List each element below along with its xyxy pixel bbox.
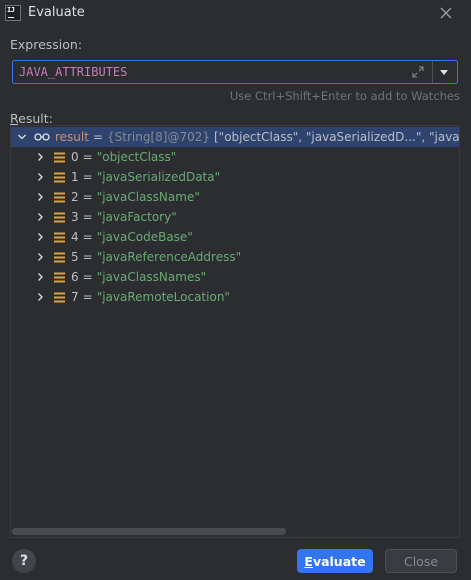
tree-item[interactable]: 6 = "javaClassNames": [11, 267, 459, 287]
item-value: "javaReferenceAddress": [96, 250, 242, 264]
item-value: "objectClass": [96, 150, 177, 164]
tree-item[interactable]: 4 = "javaCodeBase": [11, 227, 459, 247]
item-value: "javaFactory": [96, 210, 177, 224]
result-label: Result:: [10, 111, 53, 126]
chevron-down-icon[interactable]: [439, 67, 449, 77]
tree-item[interactable]: 5 = "javaReferenceAddress": [11, 247, 459, 267]
chevron-right-icon[interactable]: [35, 152, 45, 162]
window-title: Evaluate: [28, 5, 85, 20]
result-tree[interactable]: result = {String[8]@702} ["objectClass",…: [10, 125, 460, 538]
array-element-icon: [54, 272, 65, 282]
title-bar: IJ Evaluate: [0, 0, 471, 26]
chevron-right-icon[interactable]: [35, 232, 45, 242]
item-index: 2: [71, 190, 79, 204]
expand-icon[interactable]: [411, 65, 425, 79]
chevron-right-icon[interactable]: [35, 292, 45, 302]
array-element-icon: [54, 252, 65, 262]
result-type: {String[8]@702}: [107, 130, 210, 144]
horizontal-scrollbar[interactable]: [12, 528, 286, 535]
tree-item[interactable]: 2 = "javaClassName": [11, 187, 459, 207]
chevron-down-icon[interactable]: [17, 132, 27, 142]
array-element-icon: [54, 192, 65, 202]
close-icon[interactable]: [437, 4, 455, 22]
chevron-right-icon[interactable]: [35, 252, 45, 262]
item-index: 1: [71, 170, 79, 184]
tree-root-row[interactable]: result = {String[8]@702} ["objectClass",…: [11, 127, 459, 147]
result-value: ["objectClass", "javaSerializedD...", "j…: [214, 130, 460, 144]
chevron-right-icon[interactable]: [35, 272, 45, 282]
array-element-icon: [54, 172, 65, 182]
intellij-icon: IJ: [5, 5, 21, 21]
item-index: 5: [71, 250, 79, 264]
chevron-right-icon[interactable]: [35, 212, 45, 222]
expression-label: Expression:: [10, 37, 83, 52]
result-name: result: [55, 130, 89, 144]
item-value: "javaCodeBase": [96, 230, 193, 244]
expression-value[interactable]: JAVA_ATTRIBUTES: [19, 65, 127, 79]
tree-item[interactable]: 1 = "javaSerializedData": [11, 167, 459, 187]
help-button[interactable]: ?: [12, 549, 36, 573]
item-index: 0: [71, 150, 79, 164]
add-to-watches-hint: Use Ctrl+Shift+Enter to add to Watches: [229, 89, 460, 103]
item-index: 7: [71, 290, 79, 304]
array-element-icon: [54, 232, 65, 242]
tree-item[interactable]: 7 = "javaRemoteLocation": [11, 287, 459, 307]
glasses-icon: [34, 133, 50, 141]
close-button[interactable]: Close: [385, 549, 457, 573]
array-element-icon: [54, 212, 65, 222]
chevron-right-icon[interactable]: [35, 172, 45, 182]
evaluate-button[interactable]: Evaluate: [297, 549, 373, 573]
chevron-right-icon[interactable]: [35, 192, 45, 202]
item-index: 3: [71, 210, 79, 224]
item-index: 4: [71, 230, 79, 244]
tree-item[interactable]: 3 = "javaFactory": [11, 207, 459, 227]
item-value: "javaClassNames": [96, 270, 207, 284]
item-value: "javaClassName": [96, 190, 200, 204]
item-value: "javaSerializedData": [96, 170, 221, 184]
item-index: 6: [71, 270, 79, 284]
array-element-icon: [54, 292, 65, 302]
array-element-icon: [54, 152, 65, 162]
dropdown-divider: [432, 61, 433, 83]
item-value: "javaRemoteLocation": [96, 290, 230, 304]
expression-input[interactable]: JAVA_ATTRIBUTES: [12, 60, 458, 84]
tree-item[interactable]: 0 = "objectClass": [11, 147, 459, 167]
